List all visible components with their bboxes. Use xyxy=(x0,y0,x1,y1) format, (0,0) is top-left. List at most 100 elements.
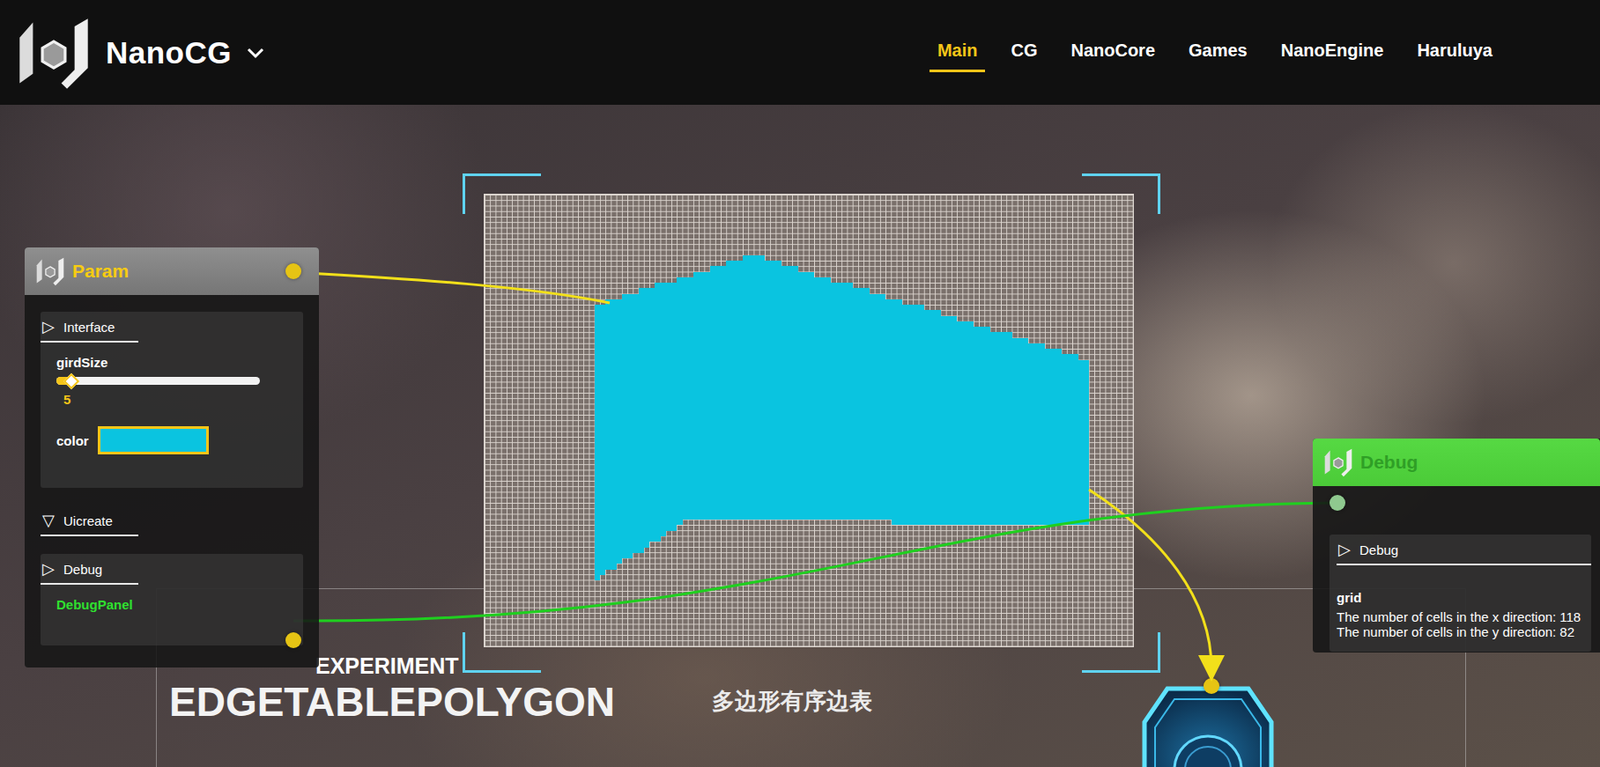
experiment-subtitle: 多边形有序边表 xyxy=(711,686,873,718)
output-port[interactable] xyxy=(285,632,302,649)
filled-span xyxy=(594,326,991,333)
filled-span xyxy=(594,459,1089,465)
wire xyxy=(293,503,1338,622)
section-toggle: ▷ xyxy=(1338,541,1351,558)
experiment-title: EDGETABLEPOLYGON xyxy=(169,679,615,726)
filled-span xyxy=(638,288,870,294)
wire xyxy=(1088,489,1212,669)
filled-span xyxy=(594,360,1089,366)
section-controls: DebugPanel xyxy=(40,585,304,634)
filled-span xyxy=(594,348,1062,355)
filled-span xyxy=(594,487,1089,493)
filled-span xyxy=(594,409,1089,415)
pixel-grid[interactable] xyxy=(483,193,1134,648)
filled-span xyxy=(594,392,1089,399)
filled-span xyxy=(594,398,1089,404)
debug-section: ▷DebuggridThe number of cells in the x d… xyxy=(1329,534,1592,652)
color-swatch[interactable] xyxy=(97,426,209,455)
filled-span xyxy=(594,514,1089,520)
filled-span xyxy=(594,558,623,564)
slider-track[interactable] xyxy=(56,377,260,386)
brand[interactable]: NanoCG xyxy=(15,14,266,91)
filled-span xyxy=(622,294,886,300)
nav-item[interactable]: Haruluya xyxy=(1408,33,1501,73)
nav-item[interactable]: NanoEngine xyxy=(1273,33,1393,73)
section-header[interactable]: ▽Uicreate xyxy=(40,505,139,537)
filled-span xyxy=(594,443,1089,449)
filled-span xyxy=(594,475,1089,482)
filled-span xyxy=(725,260,781,267)
section-header[interactable]: ▷Debug xyxy=(40,554,139,586)
chevron-down-icon[interactable] xyxy=(245,45,266,60)
filled-span xyxy=(594,509,1089,515)
param-section: ▷Debug DebugPanel xyxy=(40,554,304,646)
debug-panel-link[interactable]: DebugPanel xyxy=(56,597,288,613)
filled-span xyxy=(594,541,650,548)
filled-span xyxy=(594,376,1089,382)
slider-thumb[interactable] xyxy=(63,372,80,389)
filled-span xyxy=(594,304,925,311)
brand-name: NanoCG xyxy=(105,35,232,71)
section-header[interactable]: ▷Interface xyxy=(40,311,139,343)
node-logo-icon xyxy=(1323,447,1354,478)
filled-span xyxy=(710,266,799,272)
output-port[interactable] xyxy=(285,263,302,280)
node-logo-icon xyxy=(35,256,66,287)
color-label: color xyxy=(56,433,89,449)
filled-span xyxy=(654,282,853,289)
debug-header[interactable]: Debug xyxy=(1312,438,1600,487)
filled-span xyxy=(742,255,765,261)
filled-span xyxy=(594,382,1089,388)
param-header[interactable]: Param xyxy=(24,247,319,296)
param-node[interactable]: Param▷InterfacegirdSize5color▽Uicreate▷D… xyxy=(24,247,319,668)
filled-span xyxy=(594,531,667,537)
debug-node[interactable]: Debug ▷Debug grid The number of cells in th… xyxy=(1312,438,1600,653)
logo-icon xyxy=(15,14,92,91)
filled-span xyxy=(594,338,1030,344)
filled-span xyxy=(594,470,1089,476)
filled-span xyxy=(594,575,600,581)
filled-span xyxy=(594,553,634,559)
filled-span xyxy=(594,370,1089,377)
nav: Main CG NanoCore Games NanoEngine Haruluya xyxy=(929,33,1501,73)
top-bar: NanoCG Main CG NanoCore Games NanoEngine Harul… xyxy=(0,0,1600,105)
nav-item[interactable]: Games xyxy=(1180,33,1256,73)
filled-span xyxy=(594,404,1089,410)
filled-span xyxy=(594,437,1089,443)
debug-line: The number of cells in the y direction:8… xyxy=(1336,625,1592,641)
nav-item[interactable]: CG xyxy=(1002,33,1045,73)
filled-span xyxy=(594,569,606,575)
filled-span xyxy=(594,525,678,531)
slider-label: girdSize xyxy=(56,355,288,371)
filled-span xyxy=(676,277,831,283)
filled-span xyxy=(594,310,941,316)
filled-span xyxy=(594,453,1089,460)
filled-span xyxy=(594,563,617,570)
input-port[interactable] xyxy=(1329,495,1346,512)
nav-item[interactable]: NanoCore xyxy=(1062,33,1163,73)
experiment-eyebrow: EXPERIMENT xyxy=(315,654,1466,680)
debug-heading: grid xyxy=(1336,590,1592,606)
filled-span xyxy=(594,503,1089,509)
param-section: ▽Uicreate xyxy=(40,505,304,537)
filled-span xyxy=(891,519,1090,526)
input-port[interactable] xyxy=(1203,678,1220,695)
filled-span xyxy=(594,497,1089,504)
nav-item[interactable]: Main xyxy=(929,33,986,73)
filled-span xyxy=(594,387,1089,393)
section-header[interactable]: ▷Debug xyxy=(1336,534,1592,566)
page: NanoCG Main CG NanoCore Games NanoEngine Harul… xyxy=(0,0,1600,767)
grid-size-slider[interactable]: girdSize5 xyxy=(56,355,288,408)
filled-span xyxy=(594,536,661,542)
filled-span xyxy=(594,519,683,526)
wire xyxy=(293,272,610,304)
filled-span xyxy=(594,343,1045,349)
output-node[interactable] xyxy=(1139,678,1277,767)
filled-span xyxy=(594,431,1089,438)
filled-span xyxy=(693,272,815,278)
filled-span xyxy=(594,332,1013,338)
param-section: ▷Interface girdSize5 color xyxy=(40,311,304,489)
filled-span xyxy=(594,547,645,553)
section-controls: girdSize5 color xyxy=(40,342,304,476)
section-toggle: ▷ xyxy=(42,561,55,578)
